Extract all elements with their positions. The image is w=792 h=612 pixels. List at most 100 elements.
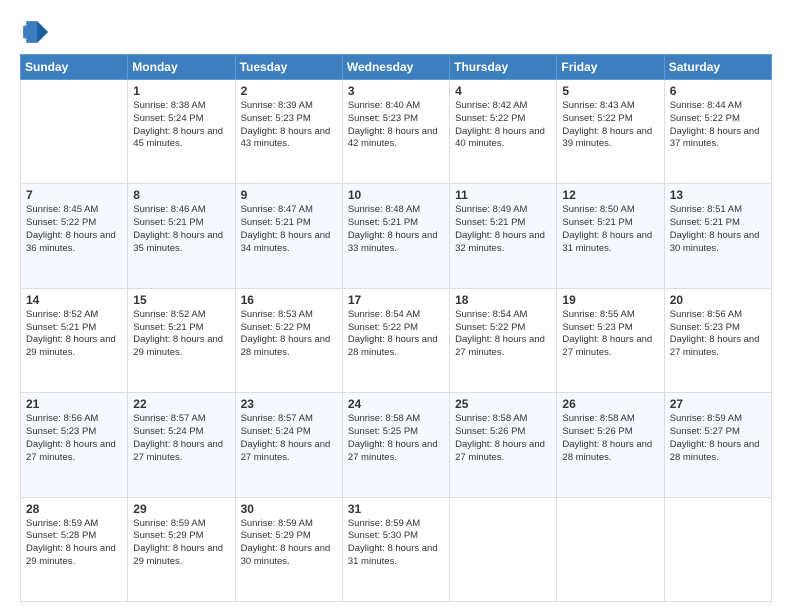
day-number: 23	[241, 397, 337, 411]
cell-info: Sunrise: 8:46 AM Sunset: 5:21 PM Dayligh…	[133, 204, 229, 255]
day-number: 7	[26, 188, 122, 202]
cell-info: Sunrise: 8:48 AM Sunset: 5:21 PM Dayligh…	[348, 204, 444, 255]
cell-info: Sunrise: 8:39 AM Sunset: 5:23 PM Dayligh…	[241, 100, 337, 151]
cell-info: Sunrise: 8:57 AM Sunset: 5:24 PM Dayligh…	[241, 413, 337, 464]
cell-info: Sunrise: 8:58 AM Sunset: 5:25 PM Dayligh…	[348, 413, 444, 464]
calendar-cell: 7 Sunrise: 8:45 AM Sunset: 5:22 PM Daylig…	[21, 184, 128, 288]
calendar-cell: 10 Sunrise: 8:48 AM Sunset: 5:21 PM Dayli…	[342, 184, 449, 288]
day-number: 8	[133, 188, 229, 202]
cell-info: Sunrise: 8:44 AM Sunset: 5:22 PM Dayligh…	[670, 100, 766, 151]
day-number: 25	[455, 397, 551, 411]
calendar-cell: 5 Sunrise: 8:43 AM Sunset: 5:22 PM Daylig…	[557, 80, 664, 184]
day-number: 26	[562, 397, 658, 411]
cell-info: Sunrise: 8:47 AM Sunset: 5:21 PM Dayligh…	[241, 204, 337, 255]
day-number: 1	[133, 84, 229, 98]
calendar-cell: 20Sunrise: 8:56 AM Sunset: 5:23 PM Dayli…	[664, 288, 771, 392]
week-row-4: 21Sunrise: 8:56 AM Sunset: 5:23 PM Dayli…	[21, 393, 772, 497]
cell-info: Sunrise: 8:59 AM Sunset: 5:27 PM Dayligh…	[670, 413, 766, 464]
calendar-cell: 17 Sunrise: 8:54 AM Sunset: 5:22 PM Dayli…	[342, 288, 449, 392]
calendar-cell: 3 Sunrise: 8:40 AM Sunset: 5:23 PM Daylig…	[342, 80, 449, 184]
week-row-1: 1 Sunrise: 8:38 AM Sunset: 5:24 PM Daylig…	[21, 80, 772, 184]
week-row-5: 28 Sunrise: 8:59 AM Sunset: 5:28 PM Dayli…	[21, 497, 772, 601]
cell-info: Sunrise: 8:42 AM Sunset: 5:22 PM Dayligh…	[455, 100, 551, 151]
cell-info: Sunrise: 8:49 AM Sunset: 5:21 PM Dayligh…	[455, 204, 551, 255]
column-header-monday: Monday	[128, 55, 235, 80]
day-number: 6	[670, 84, 766, 98]
calendar-cell: 8 Sunrise: 8:46 AM Sunset: 5:21 PM Daylig…	[128, 184, 235, 288]
day-number: 11	[455, 188, 551, 202]
cell-info: Sunrise: 8:50 AM Sunset: 5:21 PM Dayligh…	[562, 204, 658, 255]
calendar-cell	[21, 80, 128, 184]
cell-info: Sunrise: 8:52 AM Sunset: 5:21 PM Dayligh…	[26, 309, 122, 360]
cell-info: Sunrise: 8:51 AM Sunset: 5:21 PM Dayligh…	[670, 204, 766, 255]
day-number: 12	[562, 188, 658, 202]
calendar-cell: 26 Sunrise: 8:58 AM Sunset: 5:26 PM Dayli…	[557, 393, 664, 497]
calendar-cell: 14 Sunrise: 8:52 AM Sunset: 5:21 PM Dayli…	[21, 288, 128, 392]
day-number: 18	[455, 293, 551, 307]
calendar-cell: 30Sunrise: 8:59 AM Sunset: 5:29 PM Dayli…	[235, 497, 342, 601]
calendar-cell: 25 Sunrise: 8:58 AM Sunset: 5:26 PM Dayli…	[450, 393, 557, 497]
cell-info: Sunrise: 8:54 AM Sunset: 5:22 PM Dayligh…	[455, 309, 551, 360]
week-row-2: 7 Sunrise: 8:45 AM Sunset: 5:22 PM Daylig…	[21, 184, 772, 288]
calendar-cell: 19 Sunrise: 8:55 AM Sunset: 5:23 PM Dayli…	[557, 288, 664, 392]
cell-info: Sunrise: 8:54 AM Sunset: 5:22 PM Dayligh…	[348, 309, 444, 360]
cell-info: Sunrise: 8:45 AM Sunset: 5:22 PM Dayligh…	[26, 204, 122, 255]
cell-info: Sunrise: 8:56 AM Sunset: 5:23 PM Dayligh…	[26, 413, 122, 464]
calendar-cell: 11 Sunrise: 8:49 AM Sunset: 5:21 PM Dayli…	[450, 184, 557, 288]
calendar-cell: 1 Sunrise: 8:38 AM Sunset: 5:24 PM Daylig…	[128, 80, 235, 184]
day-number: 22	[133, 397, 229, 411]
cell-info: Sunrise: 8:58 AM Sunset: 5:26 PM Dayligh…	[562, 413, 658, 464]
day-number: 10	[348, 188, 444, 202]
calendar-cell: 2 Sunrise: 8:39 AM Sunset: 5:23 PM Daylig…	[235, 80, 342, 184]
calendar-cell: 4 Sunrise: 8:42 AM Sunset: 5:22 PM Daylig…	[450, 80, 557, 184]
calendar-cell: 12 Sunrise: 8:50 AM Sunset: 5:21 PM Dayli…	[557, 184, 664, 288]
logo-icon	[20, 18, 48, 46]
day-number: 17	[348, 293, 444, 307]
cell-info: Sunrise: 8:55 AM Sunset: 5:23 PM Dayligh…	[562, 309, 658, 360]
calendar-cell: 15Sunrise: 8:52 AM Sunset: 5:21 PM Dayli…	[128, 288, 235, 392]
cell-info: Sunrise: 8:40 AM Sunset: 5:23 PM Dayligh…	[348, 100, 444, 151]
calendar-cell: 24 Sunrise: 8:58 AM Sunset: 5:25 PM Dayli…	[342, 393, 449, 497]
page: SundayMondayTuesdayWednesdayThursdayFrid…	[0, 0, 792, 612]
cell-info: Sunrise: 8:43 AM Sunset: 5:22 PM Dayligh…	[562, 100, 658, 151]
cell-info: Sunrise: 8:58 AM Sunset: 5:26 PM Dayligh…	[455, 413, 551, 464]
calendar-cell: 13 Sunrise: 8:51 AM Sunset: 5:21 PM Dayli…	[664, 184, 771, 288]
calendar-cell: 16Sunrise: 8:53 AM Sunset: 5:22 PM Dayli…	[235, 288, 342, 392]
cell-info: Sunrise: 8:57 AM Sunset: 5:24 PM Dayligh…	[133, 413, 229, 464]
day-number: 27	[670, 397, 766, 411]
day-number: 24	[348, 397, 444, 411]
day-number: 14	[26, 293, 122, 307]
day-number: 2	[241, 84, 337, 98]
calendar-cell: 29 Sunrise: 8:59 AM Sunset: 5:29 PM Dayli…	[128, 497, 235, 601]
day-number: 4	[455, 84, 551, 98]
cell-info: Sunrise: 8:59 AM Sunset: 5:30 PM Dayligh…	[348, 518, 444, 569]
day-number: 30	[241, 502, 337, 516]
calendar-cell: 22 Sunrise: 8:57 AM Sunset: 5:24 PM Dayli…	[128, 393, 235, 497]
day-number: 9	[241, 188, 337, 202]
day-number: 13	[670, 188, 766, 202]
cell-info: Sunrise: 8:53 AM Sunset: 5:22 PM Dayligh…	[241, 309, 337, 360]
day-number: 3	[348, 84, 444, 98]
day-number: 19	[562, 293, 658, 307]
day-number: 5	[562, 84, 658, 98]
calendar-cell: 23 Sunrise: 8:57 AM Sunset: 5:24 PM Dayli…	[235, 393, 342, 497]
cell-info: Sunrise: 8:38 AM Sunset: 5:24 PM Dayligh…	[133, 100, 229, 151]
column-header-thursday: Thursday	[450, 55, 557, 80]
cell-info: Sunrise: 8:59 AM Sunset: 5:28 PM Dayligh…	[26, 518, 122, 569]
day-number: 15	[133, 293, 229, 307]
logo	[20, 18, 52, 46]
calendar-header-row: SundayMondayTuesdayWednesdayThursdayFrid…	[21, 55, 772, 80]
calendar-cell: 31Sunrise: 8:59 AM Sunset: 5:30 PM Dayli…	[342, 497, 449, 601]
cell-info: Sunrise: 8:56 AM Sunset: 5:23 PM Dayligh…	[670, 309, 766, 360]
day-number: 29	[133, 502, 229, 516]
calendar-cell	[450, 497, 557, 601]
calendar-table: SundayMondayTuesdayWednesdayThursdayFrid…	[20, 54, 772, 602]
column-header-tuesday: Tuesday	[235, 55, 342, 80]
day-number: 28	[26, 502, 122, 516]
column-header-friday: Friday	[557, 55, 664, 80]
calendar-cell	[664, 497, 771, 601]
calendar-cell	[557, 497, 664, 601]
cell-info: Sunrise: 8:59 AM Sunset: 5:29 PM Dayligh…	[133, 518, 229, 569]
calendar-cell: 27 Sunrise: 8:59 AM Sunset: 5:27 PM Dayli…	[664, 393, 771, 497]
calendar-cell: 6 Sunrise: 8:44 AM Sunset: 5:22 PM Daylig…	[664, 80, 771, 184]
